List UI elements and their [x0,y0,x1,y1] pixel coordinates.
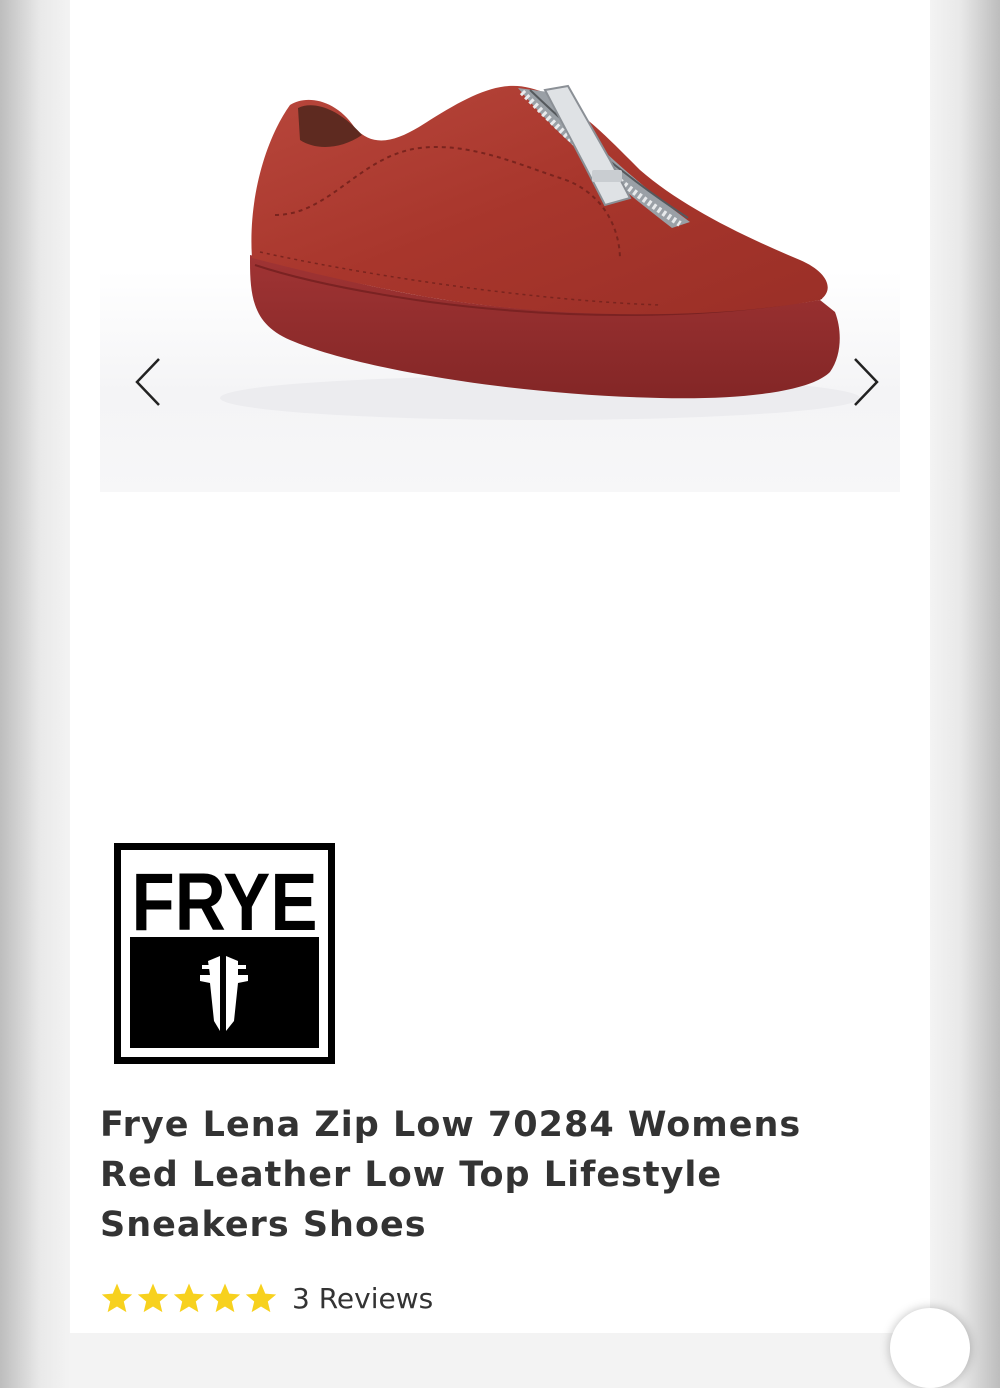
rating-stars [100,1281,278,1315]
product-image-gallery[interactable] [100,0,900,492]
previous-image-button[interactable] [120,352,176,412]
product-page: FRYE Frye Lena Zip Low 70284 Womens Red … [70,0,970,1388]
product-image[interactable] [100,0,900,492]
floating-action-button[interactable] [890,1308,970,1388]
chevron-right-icon [854,358,879,406]
chevron-left-icon [135,358,160,406]
star-icon [173,1283,205,1313]
brand-logo-text: FRYE [132,857,318,948]
star-icon [137,1283,169,1313]
product-rating[interactable]: 3 Reviews [100,1278,433,1318]
brand-logo[interactable]: FRYE [114,843,335,1064]
star-icon [245,1283,277,1313]
next-image-button[interactable] [838,352,894,412]
star-icon [209,1283,241,1313]
star-icon [101,1283,133,1313]
product-title: Frye Lena Zip Low 70284 Womens Red Leath… [100,1105,802,1245]
reviews-link[interactable]: 3 Reviews [292,1282,433,1315]
